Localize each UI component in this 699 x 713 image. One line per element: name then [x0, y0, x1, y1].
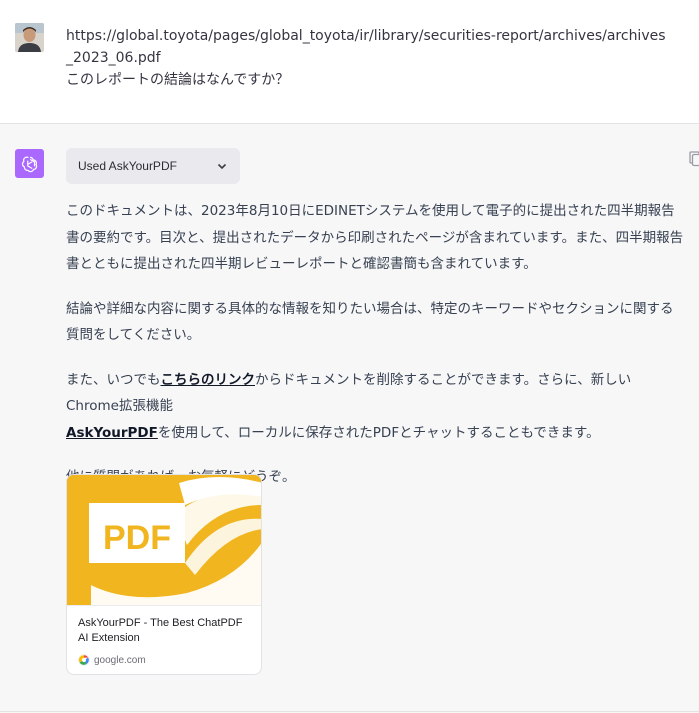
answer-paragraph-3-end: を使用して、ローカルに保存されたPDFとチャットすることもできます。 — [157, 424, 600, 441]
user-message-question: このレポートの結論はなんですか？ — [66, 72, 290, 88]
google-icon — [78, 654, 90, 666]
plugin-used-toggle[interactable]: Used AskYourPDF — [66, 148, 240, 184]
card-thumb-pdf-text: PDF — [103, 519, 171, 557]
user-message-row: https://global.toyota/pages/global_toyot… — [0, 0, 699, 124]
delete-document-link[interactable]: こちらのリンク — [161, 372, 256, 388]
user-message-url: https://global.toyota/pages/global_toyot… — [66, 28, 666, 66]
card-title: AskYourPDF - The Best ChatPDF AI Extensi… — [78, 617, 243, 644]
assistant-message-row: Used AskYourPDF このドキュメントは、2023年8月10日にEDI… — [0, 124, 699, 713]
answer-paragraph-2: 結論や詳細な内容に関する具体的な情報を知りたい場合は、特定のキーワードやセクショ… — [66, 300, 674, 344]
card-thumbnail: PDF — [67, 475, 261, 605]
answer-paragraph-1: このドキュメントは、2023年8月10日にEDINETシステムを使用して電子的に… — [66, 203, 684, 272]
plugin-used-label: Used AskYourPDF — [78, 159, 177, 173]
user-message: https://global.toyota/pages/global_toyot… — [66, 25, 666, 91]
link-preview-card[interactable]: PDF AskYourPDF - The Best ChatPDF AI Ext… — [66, 474, 262, 675]
openai-logo-icon — [15, 149, 44, 178]
copy-icon[interactable] — [689, 151, 699, 167]
card-source-label: google.com — [94, 654, 146, 666]
askyourpdf-extension-link[interactable]: AskYourPDF — [66, 425, 158, 441]
card-source: google.com — [78, 654, 252, 666]
chevron-down-icon — [217, 163, 227, 170]
user-avatar — [15, 23, 44, 52]
answer-paragraph-3-lead: また、いつでも — [66, 371, 161, 388]
divider — [0, 711, 699, 712]
assistant-answer: このドキュメントは、2023年8月10日にEDINETシステムを使用して電子的に… — [66, 198, 684, 509]
card-body: AskYourPDF - The Best ChatPDF AI Extensi… — [67, 605, 261, 674]
answer-paragraph-3: また、いつでもこちらのリンクからドキュメントを削除することができます。さらに、新… — [66, 367, 684, 447]
